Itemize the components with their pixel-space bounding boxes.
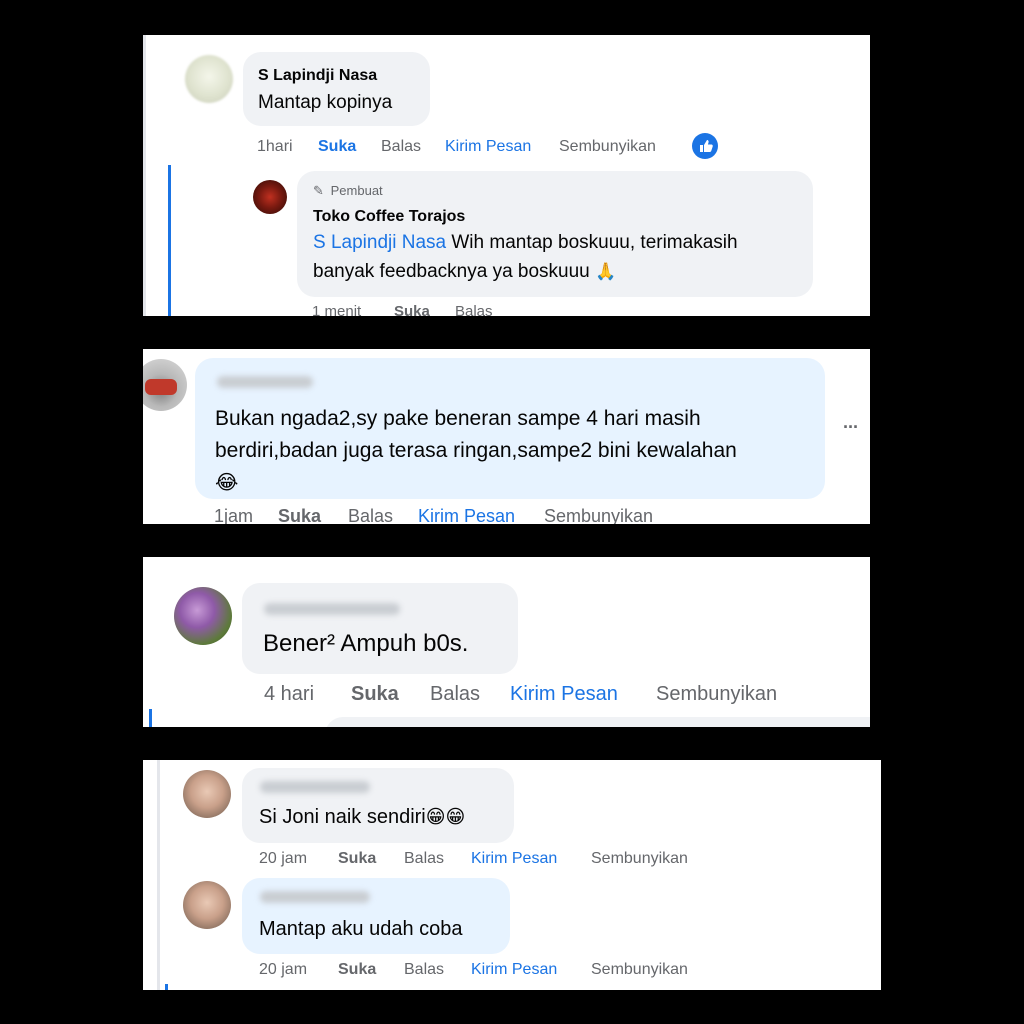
reply-button[interactable]: Balas <box>455 303 493 316</box>
comment-panel-4: Si Joni naik sendiri😁😁 20 jam Suka Balas… <box>143 760 881 990</box>
comment-bubble: Bener² Ampuh b0s. <box>242 583 518 674</box>
hide-button[interactable]: Sembunyikan <box>544 506 653 524</box>
send-message-button[interactable]: Kirim Pesan <box>471 850 557 868</box>
like-button[interactable]: Suka <box>351 683 399 706</box>
comment-text: Mantap kopinya <box>258 92 393 113</box>
reply-text-1: Wih mantap boskuuu, terimakasih <box>446 232 738 253</box>
reply-button[interactable]: Balas <box>404 850 444 868</box>
reply-thread-line <box>165 984 168 990</box>
avatar[interactable] <box>143 359 187 411</box>
reply-author[interactable]: Toko Coffee Torajos <box>313 208 465 226</box>
reply-button[interactable]: Balas <box>381 138 421 156</box>
blurred-author-name[interactable] <box>217 376 313 388</box>
comment-actions: 20 jam Suka Balas Kirim Pesan Sembunyika… <box>259 961 739 983</box>
send-message-button[interactable]: Kirim Pesan <box>471 961 557 979</box>
reply-thread-line <box>168 165 171 316</box>
blurred-author-name[interactable] <box>264 603 400 615</box>
comment-text-content: Si Joni naik sendiri <box>259 806 426 828</box>
reply-text-2: banyak feedbacknya ya boskuuu <box>313 261 590 282</box>
reply-bubble: ✎ Pembuat Toko Coffee Torajos S Lapindji… <box>297 171 813 297</box>
comment-bubble: Mantap aku udah coba <box>242 878 510 954</box>
comment-actions: 1hari Suka Balas Kirim Pesan Sembunyikan <box>257 138 677 160</box>
reply-text-line-2: banyak feedbacknya ya boskuuu 🙏 <box>313 261 616 283</box>
avatar[interactable] <box>185 55 233 103</box>
hide-button[interactable]: Sembunyikan <box>591 961 688 979</box>
reply-button[interactable]: Balas <box>404 961 444 979</box>
pray-emoji: 🙏 <box>595 262 617 281</box>
comment-actions: 20 jam Suka Balas Kirim Pesan Sembunyika… <box>259 850 739 872</box>
reply-button[interactable]: Balas <box>348 506 393 524</box>
like-button[interactable]: Suka <box>394 303 430 316</box>
thread-border <box>157 760 160 990</box>
avatar[interactable] <box>174 587 232 645</box>
mention-link[interactable]: S Lapindji Nasa <box>313 232 446 253</box>
reply-thread-line <box>149 709 152 727</box>
blurred-author-name[interactable] <box>260 781 370 793</box>
comment-author[interactable]: S Lapindji Nasa <box>258 67 377 85</box>
timestamp[interactable]: 20 jam <box>259 850 307 868</box>
comment-panel-2: Bukan ngada2,sy pake beneran sampe 4 har… <box>143 349 870 524</box>
comment-bubble: Si Joni naik sendiri😁😁 <box>242 768 514 843</box>
comment-text-line-1: Bukan ngada2,sy pake beneran sampe 4 har… <box>215 407 701 430</box>
like-button[interactable]: Suka <box>338 961 376 979</box>
laughing-emoji: 😂 <box>215 472 239 494</box>
like-reaction-icon <box>692 133 718 159</box>
comment-panel-3: Bener² Ampuh b0s. 4 hari Suka Balas Kiri… <box>143 557 870 727</box>
hide-button[interactable]: Sembunyikan <box>656 683 777 706</box>
blurred-author-name[interactable] <box>260 891 370 903</box>
hide-button[interactable]: Sembunyikan <box>559 138 656 156</box>
timestamp[interactable]: 4 hari <box>264 683 314 706</box>
badge-label: Pembuat <box>330 183 383 198</box>
pencil-icon: ✎ <box>313 183 324 198</box>
send-message-button[interactable]: Kirim Pesan <box>445 138 531 156</box>
comment-text: Bener² Ampuh b0s. <box>263 630 469 657</box>
avatar[interactable] <box>183 881 231 929</box>
send-message-button[interactable]: Kirim Pesan <box>510 683 618 706</box>
reply-text-line-1: S Lapindji Nasa Wih mantap boskuuu, teri… <box>313 232 738 254</box>
like-button[interactable]: Suka <box>278 506 321 524</box>
thread-border <box>143 35 146 316</box>
comment-text-line-2: berdiri,badan juga terasa ringan,sampe2 … <box>215 439 737 462</box>
send-message-button[interactable]: Kirim Pesan <box>418 506 515 524</box>
comment-text: Mantap aku udah coba <box>259 918 463 940</box>
avatar[interactable] <box>183 770 231 818</box>
timestamp[interactable]: 1 menit <box>312 303 361 316</box>
timestamp[interactable]: 1hari <box>257 138 293 156</box>
like-button[interactable]: Suka <box>318 138 356 156</box>
page-avatar[interactable] <box>253 180 287 214</box>
timestamp[interactable]: 1jam <box>214 506 253 524</box>
grin-emoji: 😁😁 <box>425 807 466 828</box>
like-button[interactable]: Suka <box>338 850 376 868</box>
comment-panel-1: S Lapindji Nasa Mantap kopinya 1hari Suk… <box>143 35 870 316</box>
comment-text: Si Joni naik sendiri😁😁 <box>259 806 465 829</box>
comment-actions: 4 hari Suka Balas Kirim Pesan Sembunyika… <box>264 683 804 709</box>
motorbike-image <box>145 379 177 395</box>
comment-bubble: S Lapindji Nasa Mantap kopinya <box>243 52 430 126</box>
hide-button[interactable]: Sembunyikan <box>591 850 688 868</box>
more-options-button[interactable]: ··· <box>843 417 859 438</box>
comment-actions: 1jam Suka Balas Kirim Pesan Sembunyikan <box>214 506 674 524</box>
comment-bubble: Bukan ngada2,sy pake beneran sampe 4 har… <box>195 358 825 499</box>
next-reply-bubble-edge <box>325 717 870 727</box>
timestamp[interactable]: 20 jam <box>259 961 307 979</box>
reply-actions: 1 menit Suka Balas <box>312 303 562 316</box>
author-badge: ✎ Pembuat <box>313 183 383 199</box>
reply-button[interactable]: Balas <box>430 683 480 706</box>
